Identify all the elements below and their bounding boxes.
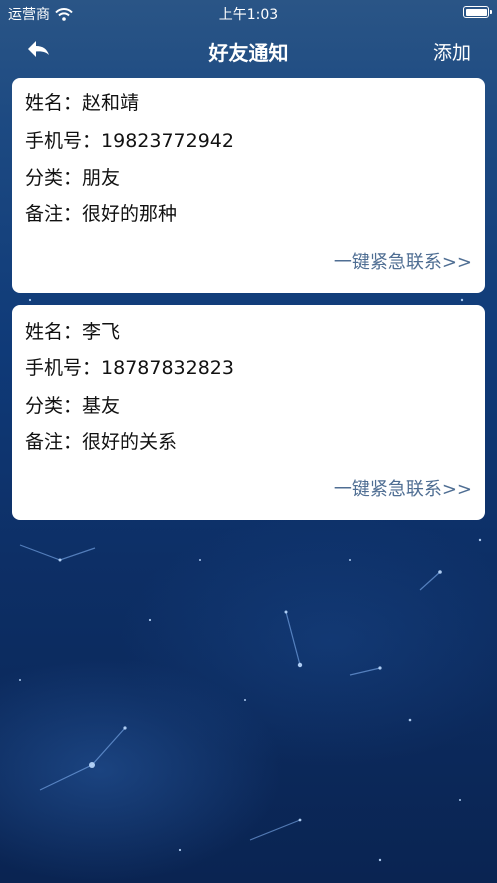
note-row: 备注：很好的那种 [25,199,177,226]
emergency-contact-link[interactable]: 一键紧急联系>> [334,475,472,501]
category-row: 分类：基友 [25,391,120,418]
phone-label: 手机号： [25,357,102,379]
back-arrow-icon [28,41,49,57]
note-value: 很好的关系 [82,431,178,453]
phone-label: 手机号： [25,130,102,152]
note-label: 备注： [25,203,83,225]
name-row: 姓名：赵和靖 [25,88,139,115]
name-value: 赵和靖 [82,92,140,114]
note-value: 很好的那种 [82,203,178,225]
phone-value: 18787832823 [101,357,234,379]
phone-row: 手机号：19823772942 [25,126,234,153]
back-button[interactable] [22,36,54,66]
battery-icon [463,6,492,18]
page-title: 好友通知 [208,41,289,65]
name-value: 李飞 [82,321,121,343]
status-bar: 运营商 上午1:03 [0,0,497,24]
note-label: 备注： [25,431,83,453]
name-label: 姓名： [25,92,83,114]
category-label: 分类： [25,167,83,189]
category-label: 分类： [25,395,83,417]
phone-value: 19823772942 [101,130,234,152]
category-value: 基友 [82,395,121,417]
contact-card: 姓名：李飞 手机号：18787832823 分类：基友 备注：很好的关系 一键紧… [12,305,485,520]
category-row: 分类：朋友 [25,163,120,190]
name-label: 姓名： [25,321,83,343]
note-row: 备注：很好的关系 [25,427,177,454]
emergency-contact-link[interactable]: 一键紧急联系>> [334,248,472,274]
nav-bar: 好友通知 添加 [0,24,497,78]
name-row: 姓名：李飞 [25,317,120,344]
status-time: 上午1:03 [218,7,279,23]
phone-row: 手机号：18787832823 [25,353,234,380]
contact-card: 姓名：赵和靖 手机号：19823772942 分类：朋友 备注：很好的那种 一键… [12,78,485,293]
add-button[interactable]: 添加 [433,38,471,65]
category-value: 朋友 [82,167,121,189]
